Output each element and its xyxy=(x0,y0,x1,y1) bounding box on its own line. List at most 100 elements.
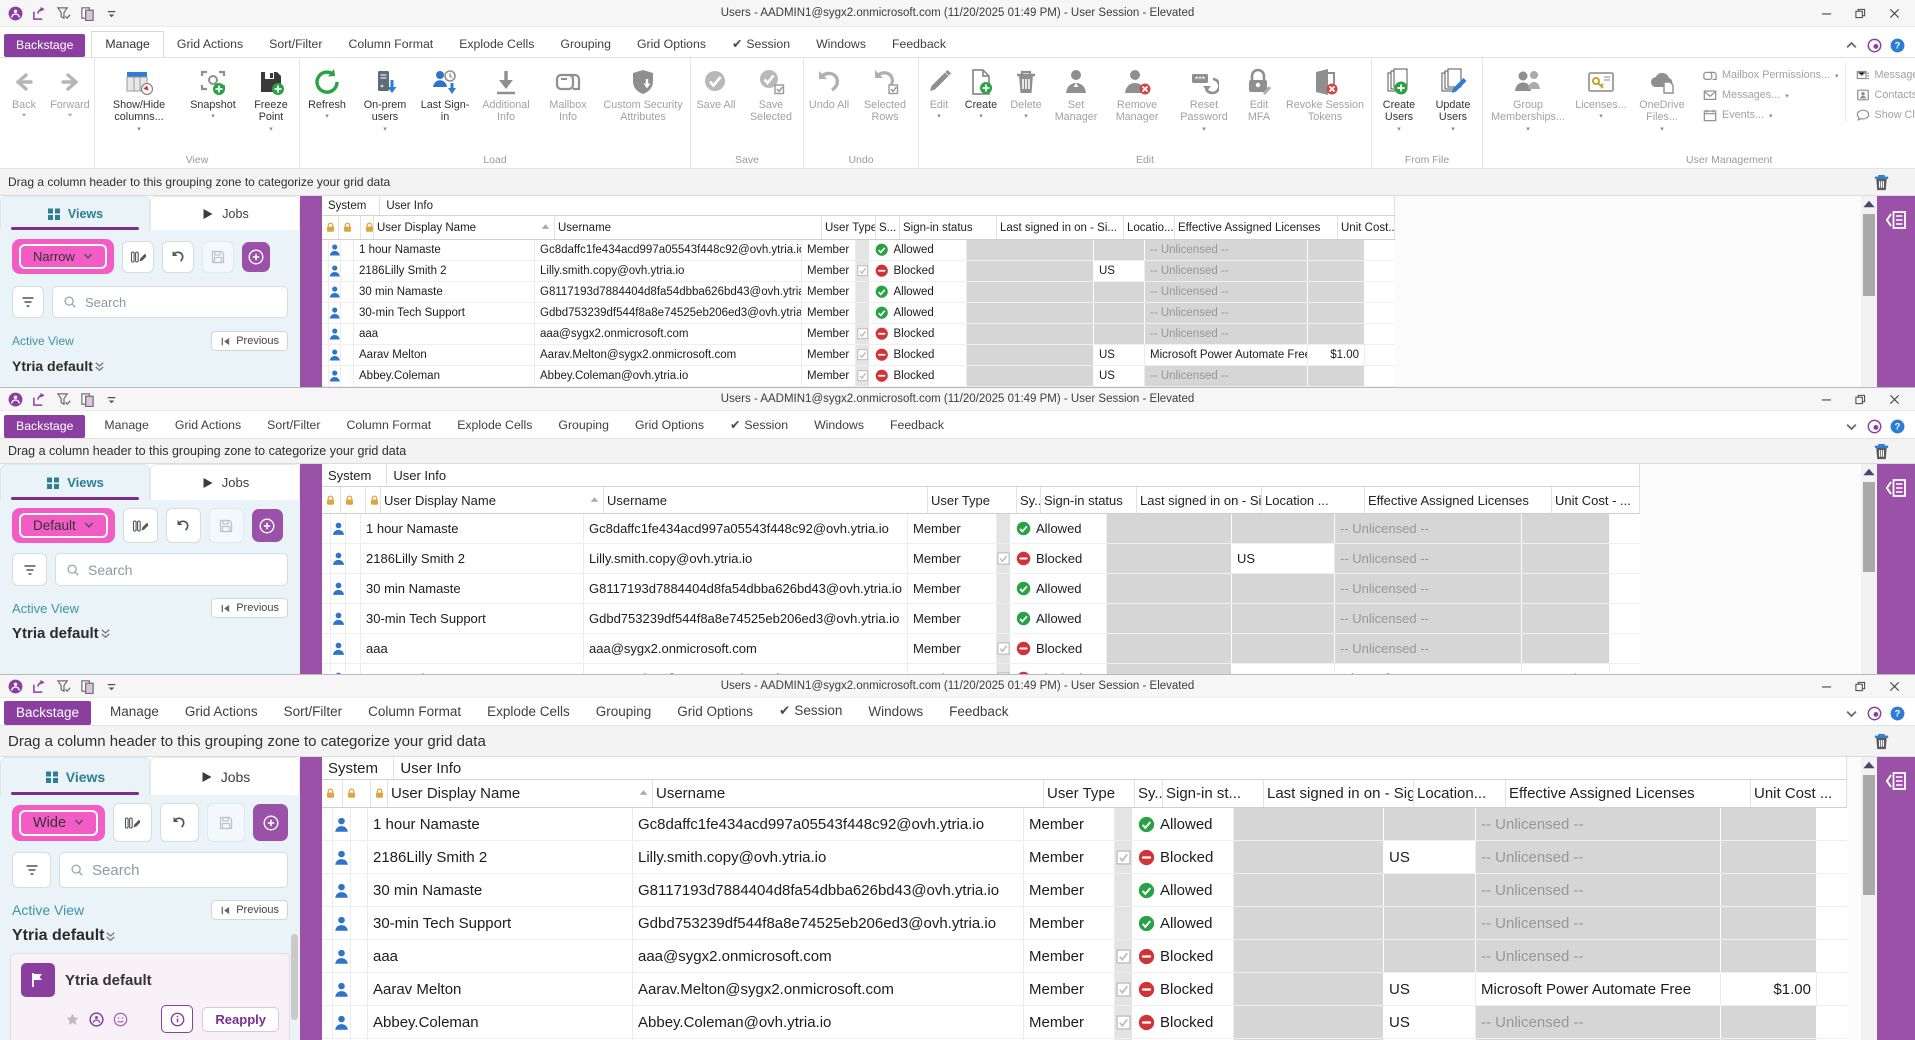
reset-view-button[interactable] xyxy=(160,803,199,842)
tab-explode-cells[interactable]: Explode Cells xyxy=(446,32,547,57)
column-header-last[interactable]: Last signed in on - Si... xyxy=(997,216,1124,239)
tab-feedback[interactable]: Feedback xyxy=(879,32,959,57)
add-view-button[interactable] xyxy=(253,804,288,841)
back-button[interactable]: Back xyxy=(2,62,46,119)
tab-grouping[interactable]: Grouping xyxy=(583,699,665,725)
ribbon-small-mailbox-permissions[interactable]: Mailbox Permissions...▾ xyxy=(1703,68,1839,82)
minimize-button[interactable] xyxy=(1811,3,1841,23)
tab-column-format[interactable]: Column Format xyxy=(335,32,446,57)
column-header-cost[interactable]: Unit Cost ... xyxy=(1751,780,1847,807)
column-header-udn[interactable]: User Display Name xyxy=(388,780,653,807)
edit-views-button[interactable] xyxy=(122,241,154,273)
qat-dropdown-icon[interactable] xyxy=(104,6,119,21)
ribbon-button-reset-password[interactable]: ***Reset Password▾ xyxy=(1171,62,1237,133)
table-row[interactable]: Aarav MeltonAarav.Melton@sygx2.onmicroso… xyxy=(322,345,1395,366)
share-icon[interactable] xyxy=(32,6,47,21)
qat-dropdown-icon[interactable] xyxy=(104,392,119,407)
column-header-person[interactable] xyxy=(341,487,366,513)
clear-grouping-trash-button[interactable] xyxy=(1872,732,1891,751)
share-icon[interactable] xyxy=(32,679,47,694)
copy-icon[interactable] xyxy=(80,6,95,21)
watch-icon[interactable] xyxy=(1867,38,1882,53)
tab-views[interactable]: Views xyxy=(0,464,150,500)
column-header-lic[interactable]: Effective Assigned Licenses xyxy=(1506,780,1751,807)
help-icon[interactable]: ? xyxy=(1890,38,1905,53)
qat-dropdown-icon[interactable] xyxy=(104,679,119,694)
column-header-loc[interactable]: Location... xyxy=(1414,780,1506,807)
save-view-button[interactable] xyxy=(209,508,244,543)
restore-button[interactable] xyxy=(1845,676,1875,696)
column-header-person[interactable] xyxy=(339,216,361,239)
ribbon-button-mailbox-info[interactable]: Mailbox Info xyxy=(540,62,596,124)
column-header-sync[interactable]: Sy... xyxy=(1017,487,1041,513)
tab-views[interactable]: Views xyxy=(0,196,150,230)
table-row[interactable]: Abbey.ColemanAbbey.Coleman@ovh.ytria.ioM… xyxy=(322,366,1395,387)
panel-expand-icon[interactable] xyxy=(1877,476,1915,500)
table-row[interactable]: 30-min Tech SupportGdbd753239df544f8a8e7… xyxy=(322,303,1395,324)
column-header-sync[interactable]: Sy... xyxy=(1135,780,1163,807)
double-chevron-down-icon[interactable] xyxy=(99,627,112,640)
ribbon-button-last-sign-in[interactable]: Last Sign-in xyxy=(418,62,472,124)
column-header-ind[interactable] xyxy=(322,216,339,239)
table-row[interactable]: 1 hour NamasteGc8daffc1fe434acd997a05543… xyxy=(322,514,1640,544)
active-view-name-row[interactable]: Ytria default xyxy=(0,625,300,642)
tab-jobs[interactable]: Jobs xyxy=(150,464,300,500)
ribbon-small-messages[interactable]: Messages...▾ xyxy=(1703,88,1839,102)
tab-views[interactable]: Views xyxy=(0,757,150,795)
tab-session[interactable]: ✔Session xyxy=(766,698,855,725)
table-row[interactable]: 30 min NamasteG8117193d7884404d8fa54dbba… xyxy=(322,874,1847,907)
tab-jobs[interactable]: Jobs xyxy=(150,196,300,230)
ribbon-button-onedrive-files[interactable]: OneDrive Files...▾ xyxy=(1631,62,1693,133)
scroll-up-icon[interactable] xyxy=(1861,757,1877,773)
column-header-cost[interactable]: Unit Cost... xyxy=(1338,216,1395,239)
ribbon-button-undo-all[interactable]: Undo All xyxy=(806,62,852,111)
ribbon-button-update-users[interactable]: Update Users▾ xyxy=(1426,62,1480,133)
tab-backstage[interactable]: Backstage xyxy=(4,701,91,725)
view-card[interactable]: Ytria defaultReapply xyxy=(10,953,290,1040)
app-logo-icon[interactable] xyxy=(8,392,23,407)
previous-view-button[interactable]: Previous xyxy=(211,900,288,920)
column-header-last[interactable]: Last signed in on - Sign-i... xyxy=(1137,487,1262,513)
search-input[interactable]: Search xyxy=(55,553,288,586)
watch-icon[interactable] xyxy=(1867,419,1882,434)
restore-button[interactable] xyxy=(1845,3,1875,23)
minimize-button[interactable] xyxy=(1811,389,1841,409)
tab-windows[interactable]: Windows xyxy=(855,699,936,725)
right-panel-toggle[interactable] xyxy=(1877,464,1915,675)
view-selector-dropdown[interactable]: Default xyxy=(19,513,108,538)
column-header-signin[interactable]: Sign-in st... xyxy=(1163,780,1264,807)
tab-grouping[interactable]: Grouping xyxy=(547,32,624,57)
app-logo-icon[interactable] xyxy=(8,6,23,21)
panel-expand-icon[interactable] xyxy=(1877,208,1915,232)
column-header-udn[interactable]: User Display Name xyxy=(374,216,555,239)
filter-views-button[interactable] xyxy=(12,286,44,318)
right-panel-toggle[interactable] xyxy=(1877,196,1915,388)
tab-windows[interactable]: Windows xyxy=(801,413,877,438)
ribbon-button-additional-info[interactable]: Additional Info xyxy=(474,62,538,124)
ribbon-button-custom-security-attributes[interactable]: Custom Security Attributes xyxy=(598,62,688,124)
collapse-ribbon-icon[interactable] xyxy=(1844,706,1859,721)
column-header-signin[interactable]: Sign-in status xyxy=(1041,487,1137,513)
filter-icon[interactable] xyxy=(56,392,71,407)
collapse-ribbon-icon[interactable] xyxy=(1844,419,1859,434)
column-header-username[interactable]: Username xyxy=(653,780,1044,807)
clear-grouping-trash-button[interactable] xyxy=(1872,442,1891,461)
table-row[interactable]: Aarav MeltonAarav.Melton@sygx2.onmicroso… xyxy=(322,664,1640,675)
sidebar-scrollbar[interactable] xyxy=(291,934,298,1020)
search-input[interactable]: Search xyxy=(52,286,288,318)
active-view-name-row[interactable]: Ytria default xyxy=(0,927,300,945)
share-icon[interactable] xyxy=(32,392,47,407)
ribbon-button-edit-mfa[interactable]: Edit MFA xyxy=(1239,62,1279,124)
copy-icon[interactable] xyxy=(80,392,95,407)
app-logo-icon[interactable] xyxy=(8,679,23,694)
ribbon-small-show-chats[interactable]: Show Chats...▾ xyxy=(1856,108,1915,122)
column-header-signin[interactable]: Sign-in status xyxy=(900,216,997,239)
ribbon-button-delete[interactable]: Delete▾ xyxy=(1005,62,1047,120)
column-header-username[interactable]: Username xyxy=(555,216,822,239)
table-row[interactable]: Aarav MeltonAarav.Melton@sygx2.onmicroso… xyxy=(322,973,1847,1006)
collapse-ribbon-icon[interactable] xyxy=(1844,38,1859,53)
tab-backstage[interactable]: Backstage xyxy=(4,415,85,438)
grid-scrollbar[interactable] xyxy=(1861,464,1877,675)
tab-backstage[interactable]: Backstage xyxy=(4,34,85,57)
column-header-last[interactable]: Last signed in on - Sig... xyxy=(1264,780,1414,807)
